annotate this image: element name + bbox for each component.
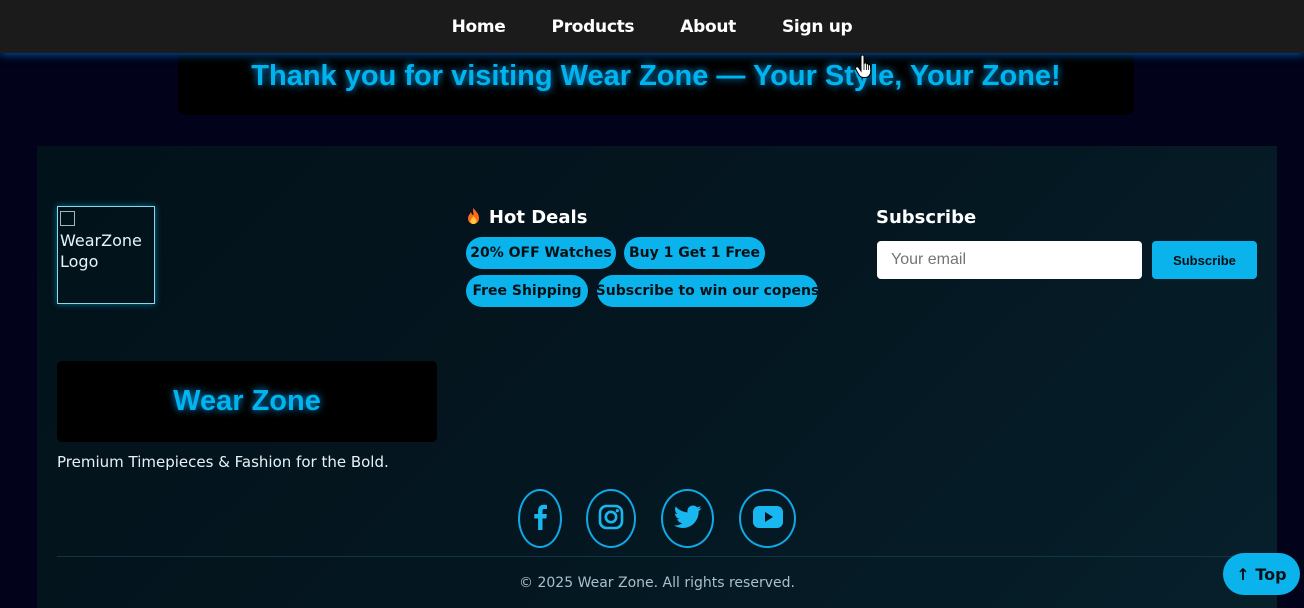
thank-you-text: Thank you for visiting Wear Zone — Your … xyxy=(251,60,1061,92)
subscribe-heading: Subscribe xyxy=(876,207,977,228)
facebook-link[interactable] xyxy=(518,489,562,548)
subscribe-button[interactable]: Subscribe xyxy=(1152,241,1257,279)
nav-home-link[interactable]: Home xyxy=(452,17,506,37)
back-to-top-button[interactable]: ↑ Top xyxy=(1223,553,1300,595)
deal-tag[interactable]: Subscribe to win our copens xyxy=(596,275,819,307)
nav-about-link[interactable]: About xyxy=(680,17,736,37)
twitter-icon xyxy=(673,504,702,533)
site-footer: WearZone Logo Wear Zone Premium Timepiec… xyxy=(37,146,1277,608)
youtube-link[interactable] xyxy=(739,489,796,548)
thank-you-banner: Thank you for visiting Wear Zone — Your … xyxy=(178,55,1134,115)
email-input[interactable] xyxy=(877,241,1142,279)
fire-icon xyxy=(466,208,487,228)
deal-tag[interactable]: 20% OFF Watches xyxy=(466,237,616,269)
instagram-icon xyxy=(598,504,624,534)
facebook-icon xyxy=(530,504,550,534)
hand-cursor-icon xyxy=(855,54,873,83)
brand-name: Wear Zone xyxy=(173,385,321,417)
deal-tag[interactable]: Free Shipping xyxy=(466,275,588,307)
brand-box: Wear Zone xyxy=(57,361,437,442)
top-nav: Home Products About Sign up xyxy=(0,0,1304,53)
tagline: Premium Timepieces & Fashion for the Bol… xyxy=(57,453,389,471)
logo-image: WearZone Logo xyxy=(57,206,155,304)
nav-signup-link[interactable]: Sign up xyxy=(782,17,853,37)
copyright-text: © 2025 Wear Zone. All rights reserved. xyxy=(519,575,795,591)
youtube-icon xyxy=(752,505,783,532)
nav-products-link[interactable]: Products xyxy=(552,17,635,37)
broken-image-icon xyxy=(60,211,75,226)
twitter-link[interactable] xyxy=(661,489,714,548)
footer-divider xyxy=(57,556,1257,557)
hot-deals-heading: Hot Deals xyxy=(466,207,587,228)
hot-deals-title: Hot Deals xyxy=(488,207,588,228)
logo-alt-text: WearZone Logo xyxy=(60,231,142,271)
deal-tag[interactable]: Buy 1 Get 1 Free xyxy=(624,237,765,269)
instagram-link[interactable] xyxy=(586,489,636,548)
